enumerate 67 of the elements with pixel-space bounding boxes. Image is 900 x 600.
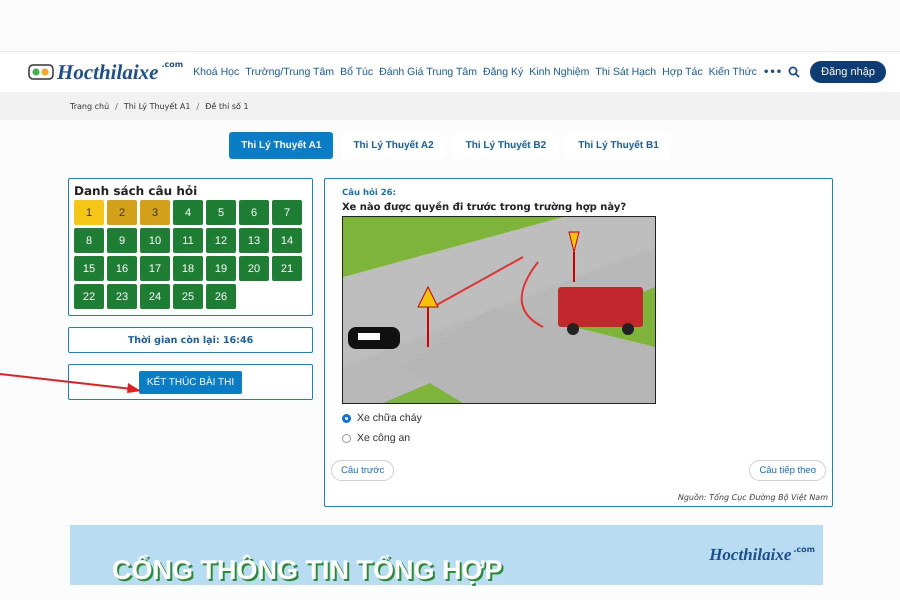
question-number-button[interactable]: 19 (206, 256, 236, 281)
radio-button[interactable] (342, 414, 351, 422)
question-number-button[interactable]: 12 (206, 228, 236, 253)
question-number-button[interactable]: 17 (140, 256, 170, 281)
question-number-button[interactable]: 21 (272, 256, 302, 281)
exam-tab[interactable]: Thi Lý Thuyết A2 (341, 132, 446, 159)
more-menu[interactable]: ••• (762, 66, 782, 78)
question-number-button[interactable]: 23 (107, 284, 137, 309)
panel-title: Danh sách câu hỏi (74, 184, 198, 198)
nav-link[interactable]: Trường/Trung Tâm (245, 66, 334, 78)
logo-text[interactable]: Hocthilaixe (57, 60, 158, 84)
question-number-button[interactable]: 25 (173, 284, 203, 309)
question-number-button[interactable]: 7 (272, 200, 302, 225)
logo-icon (28, 64, 54, 80)
question-number-button[interactable]: 8 (74, 228, 104, 253)
question-number-button[interactable]: 3 (140, 200, 170, 225)
source-text: Nguồn: Tổng Cục Đường Bộ Việt Nam (676, 493, 828, 502)
search-icon[interactable] (788, 66, 800, 78)
question-number-button[interactable]: 22 (74, 284, 104, 309)
nav-link[interactable]: Kinh Nghiệm (529, 66, 590, 78)
question-number: Câu hỏi 26: (342, 188, 397, 198)
logo-suffix: .com (162, 60, 184, 68)
breadcrumb-link[interactable]: Thi Lý Thuyết A1 (124, 102, 190, 110)
question-number-button[interactable]: 16 (107, 256, 137, 281)
banner-headline: CỔNG THÔNG TIN TỔNG HỢP (112, 555, 503, 585)
nav-link[interactable]: Đăng Ký (483, 66, 524, 78)
finish-exam-button[interactable]: KẾT THÚC BÀI THI (138, 370, 242, 394)
nav-link[interactable]: Bổ Túc (340, 66, 374, 78)
timer-text: Thời gian còn lại: 16:46 (128, 334, 254, 346)
question-number-button[interactable]: 2 (107, 200, 137, 225)
question-number-button[interactable]: 6 (239, 200, 269, 225)
question-number-button[interactable]: 4 (173, 200, 203, 225)
breadcrumb-separator: / (115, 102, 118, 110)
answer-label: Xe chữa cháy (357, 412, 422, 424)
breadcrumb-separator: / (196, 102, 200, 110)
question-number-button[interactable]: 18 (173, 256, 203, 281)
exam-tab[interactable]: Thi Lý Thuyết A1 (229, 132, 334, 159)
question-number-button[interactable]: 11 (173, 228, 203, 253)
question-number-button[interactable]: 20 (239, 256, 269, 281)
next-question-button[interactable]: Câu tiếp theo (749, 460, 826, 481)
question-text: Xe nào được quyền đi trước trong trường hợp này? (342, 202, 628, 213)
answer-option[interactable]: Xe chữa cháy (342, 412, 815, 424)
radio-button[interactable] (342, 434, 351, 442)
logo-text: Hocthilaixe (709, 545, 792, 565)
exam-tab[interactable]: Thi Lý Thuyết B2 (454, 132, 558, 159)
question-number-button[interactable]: 24 (140, 284, 170, 309)
question-number-button[interactable]: 5 (206, 200, 236, 225)
answer-label: Xe công an (357, 432, 410, 444)
question-number-button[interactable]: 15 (74, 256, 104, 281)
login-button[interactable]: Đăng nhập (810, 61, 886, 83)
question-number-button[interactable]: 26 (206, 284, 236, 309)
logo-suffix: .com (793, 545, 815, 556)
exam-tab[interactable]: Thi Lý Thuyết B1 (566, 132, 671, 159)
question-number-button[interactable]: 14 (272, 228, 302, 253)
breadcrumb-link[interactable]: Trang chủ (70, 102, 110, 110)
current-page-label: Đề thi số 1 (205, 102, 249, 110)
nav-link[interactable]: Khoá Học (193, 66, 240, 78)
question-number-button[interactable]: 9 (107, 228, 137, 253)
nav-link[interactable]: Hợp Tác (662, 66, 703, 78)
nav-link[interactable]: Thi Sát Hạch (595, 66, 656, 78)
question-number-button[interactable]: 13 (239, 228, 269, 253)
question-number-button[interactable]: 1 (74, 200, 104, 225)
nav-link[interactable]: Kiến Thức (708, 66, 757, 78)
answer-option[interactable]: Xe công an (342, 432, 815, 444)
question-number-button[interactable]: 10 (140, 228, 170, 253)
previous-question-button[interactable]: Câu trước (331, 460, 394, 481)
nav-link[interactable]: Đánh Giá Trung Tâm (379, 66, 477, 78)
